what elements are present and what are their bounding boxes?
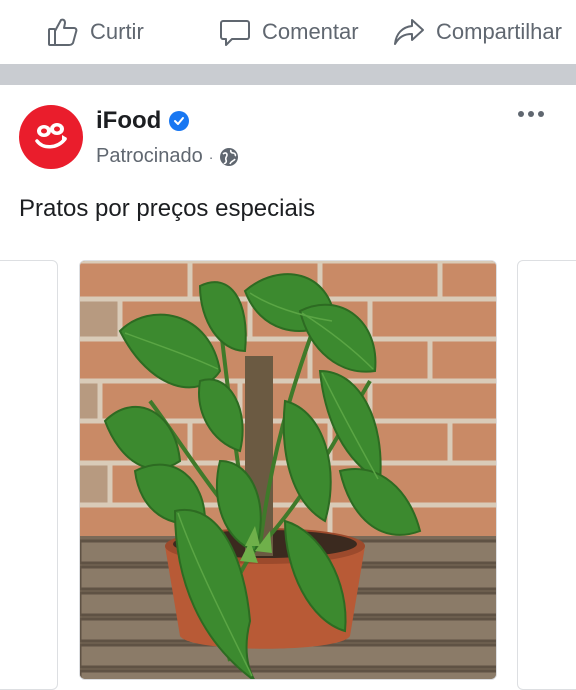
feed-divider xyxy=(0,64,576,85)
sponsored-label[interactable]: Patrocinado xyxy=(96,145,203,168)
meta-separator: · xyxy=(208,148,214,165)
more-dot xyxy=(528,111,534,117)
sponsored-post: iFood Patrocinado · Pratos por preços es… xyxy=(0,85,576,690)
page-name-text[interactable]: iFood xyxy=(96,107,161,135)
plant-photo xyxy=(80,261,496,679)
like-button[interactable]: Curtir xyxy=(46,14,144,50)
post-text: Pratos por preços especiais xyxy=(19,195,316,222)
post-meta: Patrocinado · xyxy=(96,145,239,168)
more-options-icon[interactable] xyxy=(518,111,544,117)
comment-button[interactable]: Comentar xyxy=(218,14,359,50)
comment-label: Comentar xyxy=(262,19,359,44)
thumbs-up-icon xyxy=(48,18,78,46)
verified-badge-icon xyxy=(169,111,190,131)
share-button[interactable]: Compartilhar xyxy=(392,14,562,50)
ifood-logo-icon xyxy=(35,123,67,149)
share-arrow-icon xyxy=(394,19,424,45)
more-dot xyxy=(518,111,524,117)
carousel-card-image[interactable] xyxy=(79,260,497,680)
page-name[interactable]: iFood xyxy=(96,107,190,135)
globe-icon[interactable] xyxy=(219,147,239,167)
post-action-bar: Curtir Comentar Compartilhar xyxy=(0,0,576,64)
share-label: Compartilhar xyxy=(436,19,562,44)
carousel-card-previous[interactable] xyxy=(0,260,58,690)
avatar[interactable] xyxy=(19,105,83,169)
carousel-card-next[interactable] xyxy=(517,260,576,690)
comment-bubble-icon xyxy=(220,20,250,46)
like-label: Curtir xyxy=(90,19,144,44)
more-dot xyxy=(538,111,544,117)
